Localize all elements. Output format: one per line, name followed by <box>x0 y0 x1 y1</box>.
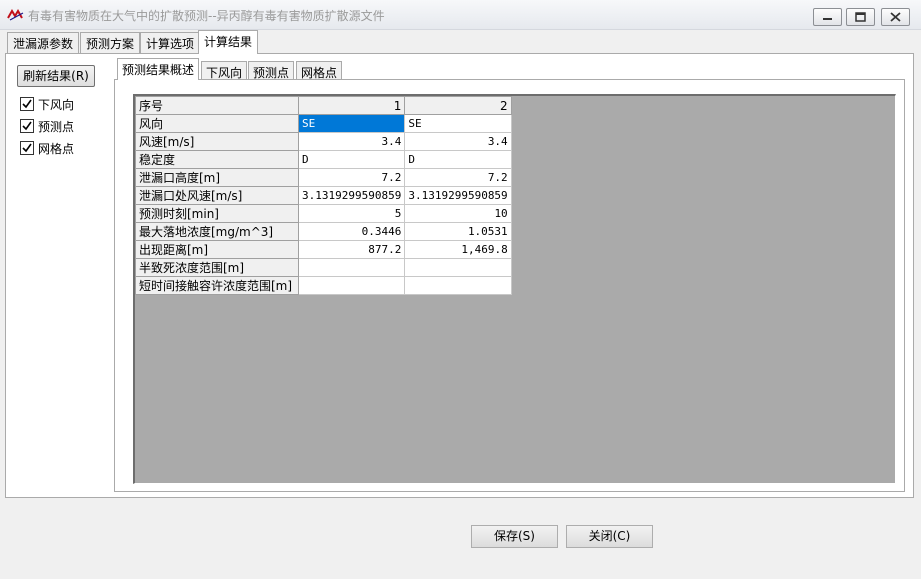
checkbox-checked-icon[interactable] <box>20 141 34 155</box>
row-header-cell: 风速[m/s] <box>135 132 299 151</box>
row-header-cell: 半致死浓度范围[m] <box>135 258 299 277</box>
grid-cell[interactable]: 7.2 <box>297 168 406 187</box>
checkbox-checked-icon[interactable] <box>20 97 34 111</box>
row-header-cell: 泄漏口高度[m] <box>135 168 299 187</box>
column-header-cell[interactable]: 2 <box>404 96 512 115</box>
table-row: 预测时刻[min] 5 10 <box>135 204 512 223</box>
grid-cell[interactable]: 3.1319299590859 <box>404 186 512 205</box>
grid-cell[interactable]: 3.4 <box>297 132 406 151</box>
grid-cell[interactable]: 0.3446 <box>297 222 406 241</box>
refresh-results-button[interactable]: 刷新结果(R) <box>17 65 95 87</box>
grid-cell[interactable] <box>297 276 406 295</box>
grid-cell[interactable]: 3.4 <box>404 132 512 151</box>
table-header-row: 序号 1 2 <box>135 96 512 115</box>
maximize-button[interactable] <box>846 8 875 26</box>
table-row: 半致死浓度范围[m] <box>135 258 512 277</box>
table-row: 风速[m/s] 3.4 3.4 <box>135 132 512 151</box>
row-header-cell: 预测时刻[min] <box>135 204 299 223</box>
grid-cell[interactable]: 3.1319299590859 <box>297 186 406 205</box>
tab-prediction-points[interactable]: 预测点 <box>248 61 295 80</box>
close-button[interactable]: 关闭(C) <box>566 525 653 548</box>
results-grid-area[interactable]: 序号 1 2 风向 SE SE 风速[m/s] 3.4 3.4 稳定度 D D … <box>133 94 896 484</box>
grid-cell[interactable]: D <box>297 150 406 169</box>
grid-cell[interactable]: 1.0531 <box>404 222 512 241</box>
checkbox-label: 预测点 <box>38 120 75 134</box>
checkbox-downwind[interactable]: 下风向 <box>20 96 74 112</box>
grid-cell[interactable]: D <box>404 150 512 169</box>
title-bar[interactable]: 有毒有害物质在大气中的扩散预测--异丙醇有毒有害物质扩散源文件 <box>0 0 921 30</box>
table-row: 泄漏口高度[m] 7.2 7.2 <box>135 168 512 187</box>
grid-cell[interactable]: SE <box>404 114 512 133</box>
row-header-cell: 风向 <box>135 114 299 133</box>
tab-prediction-scheme[interactable]: 预测方案 <box>80 32 141 53</box>
checkbox-label: 网格点 <box>38 142 75 156</box>
restore-icon <box>855 12 866 22</box>
column-header-cell[interactable]: 1 <box>297 96 406 115</box>
grid-cell[interactable]: 10 <box>404 204 512 223</box>
grid-cell-selected[interactable]: SE <box>297 114 406 133</box>
table-row: 短时间接触容许浓度范围[m] <box>135 276 512 295</box>
grid-cell[interactable] <box>404 276 512 295</box>
tab-grid-points[interactable]: 网格点 <box>296 61 343 80</box>
minimize-icon <box>823 18 832 20</box>
tab-calc-results[interactable]: 计算结果 <box>198 30 259 54</box>
row-header-cell: 泄漏口处风速[m/s] <box>135 186 299 205</box>
grid-cell[interactable]: 7.2 <box>404 168 512 187</box>
grid-cell[interactable]: 1,469.8 <box>404 240 512 259</box>
tab-calc-options[interactable]: 计算选项 <box>140 32 201 53</box>
table-row: 泄漏口处风速[m/s] 3.1319299590859 3.1319299590… <box>135 186 512 205</box>
checkbox-prediction-points[interactable]: 预测点 <box>20 118 74 134</box>
table-row: 风向 SE SE <box>135 114 512 133</box>
table-row: 出现距离[m] 877.2 1,469.8 <box>135 240 512 259</box>
row-header-cell: 短时间接触容许浓度范围[m] <box>135 276 299 295</box>
close-icon <box>890 12 901 22</box>
app-logo-icon <box>7 9 24 21</box>
row-header-cell: 最大落地浓度[mg/m^3] <box>135 222 299 241</box>
table-row: 最大落地浓度[mg/m^3] 0.3446 1.0531 <box>135 222 512 241</box>
grid-cell[interactable]: 5 <box>297 204 406 223</box>
close-window-button[interactable] <box>881 8 910 26</box>
checkbox-grid-points[interactable]: 网格点 <box>20 140 74 156</box>
results-grid[interactable]: 序号 1 2 风向 SE SE 风速[m/s] 3.4 3.4 稳定度 D D … <box>135 96 512 295</box>
row-header-cell: 序号 <box>135 96 299 115</box>
checkbox-checked-icon[interactable] <box>20 119 34 133</box>
grid-cell[interactable] <box>297 258 406 277</box>
tab-leak-source-params[interactable]: 泄漏源参数 <box>7 32 80 53</box>
minimize-button[interactable] <box>813 8 842 26</box>
window-title: 有毒有害物质在大气中的扩散预测--异丙醇有毒有害物质扩散源文件 <box>28 9 385 23</box>
row-header-cell: 出现距离[m] <box>135 240 299 259</box>
tab-downwind[interactable]: 下风向 <box>201 61 248 80</box>
save-button[interactable]: 保存(S) <box>471 525 558 548</box>
grid-cell[interactable] <box>404 258 512 277</box>
grid-cell[interactable]: 877.2 <box>297 240 406 259</box>
checkbox-label: 下风向 <box>38 98 75 112</box>
tab-results-overview[interactable]: 预测结果概述 <box>117 58 200 80</box>
table-row: 稳定度 D D <box>135 150 512 169</box>
row-header-cell: 稳定度 <box>135 150 299 169</box>
